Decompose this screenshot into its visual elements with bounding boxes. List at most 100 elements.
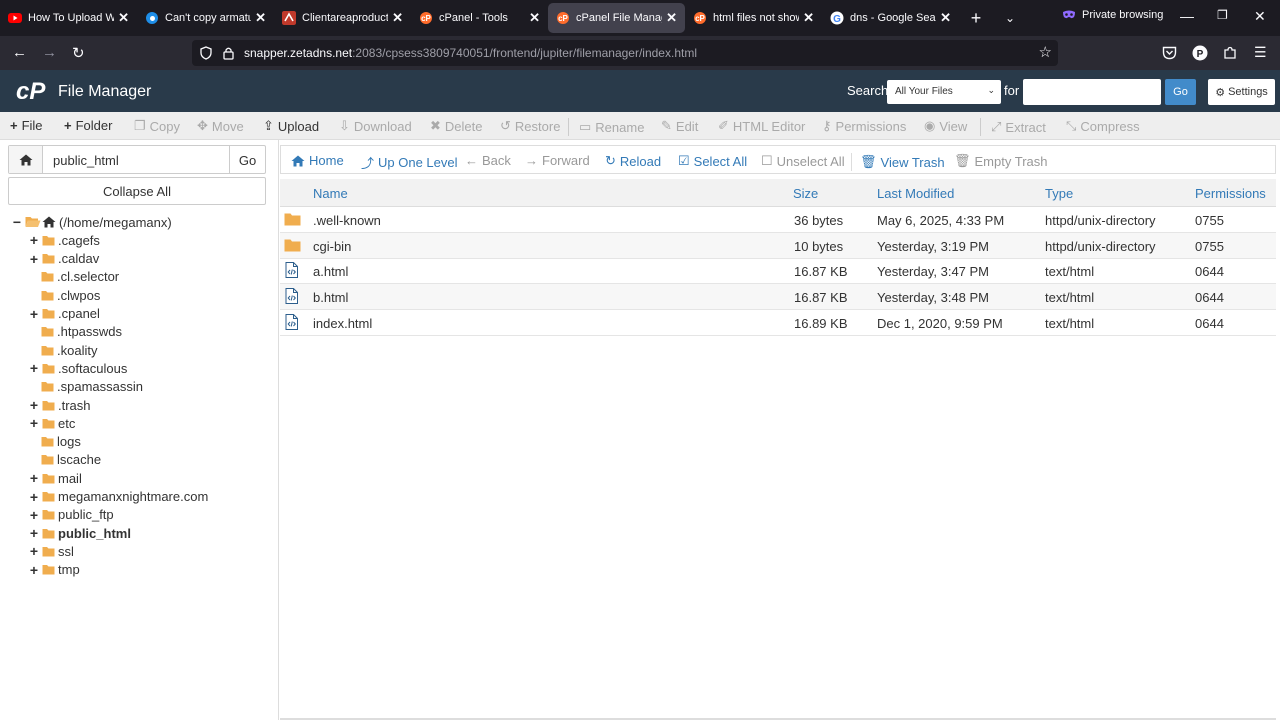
- browser-tab[interactable]: cP cPanel - Tools ✕: [411, 0, 548, 36]
- expand-plus-icon[interactable]: +: [29, 562, 39, 578]
- file-row[interactable]: .well-known 36 bytes May 6, 2025, 4:33 PM h…: [280, 207, 1276, 233]
- file-name[interactable]: a.html: [313, 264, 348, 279]
- browser-tab[interactable]: Can't copy armature ✕: [137, 0, 274, 36]
- tree-item[interactable]: + public_ftp: [29, 506, 114, 524]
- expand-plus-icon[interactable]: +: [29, 251, 39, 267]
- tree-item[interactable]: + .softaculous: [29, 359, 127, 377]
- search-go-button[interactable]: Go: [1165, 79, 1196, 105]
- browser-tab[interactable]: Clientareaproductde ✕: [274, 0, 411, 36]
- close-tab-icon[interactable]: ✕: [666, 10, 677, 26]
- browser-tab[interactable]: How To Upload Web ✕: [0, 0, 137, 36]
- tree-item[interactable]: + ssl: [29, 542, 74, 560]
- maximize-window-icon[interactable]: ❐: [1217, 8, 1228, 22]
- expand-plus-icon[interactable]: +: [29, 489, 39, 505]
- tree-item[interactable]: + .trash: [29, 396, 91, 414]
- tree-item[interactable]: .spamassassin: [41, 378, 143, 396]
- profile-avatar-icon[interactable]: P: [1192, 45, 1208, 61]
- expand-plus-icon[interactable]: +: [29, 507, 39, 523]
- bookmark-star-icon[interactable]: ☆: [1039, 43, 1052, 61]
- close-window-icon[interactable]: ✕: [1254, 8, 1266, 25]
- back-button[interactable]: ← Back: [465, 153, 511, 168]
- upload-button[interactable]: ⇪ Upload: [263, 118, 319, 134]
- search-scope-select[interactable]: All Your Files ⌄: [887, 80, 1001, 104]
- tree-item[interactable]: + etc: [29, 414, 75, 432]
- expand-plus-icon[interactable]: +: [29, 415, 39, 431]
- column-size[interactable]: Size: [793, 186, 818, 201]
- settings-button[interactable]: ⚙ Settings: [1208, 79, 1275, 105]
- tree-item[interactable]: .cl.selector: [41, 268, 119, 286]
- file-name[interactable]: .well-known: [313, 213, 381, 228]
- expand-plus-icon[interactable]: +: [29, 232, 39, 248]
- new-file-button[interactable]: + File: [10, 118, 43, 133]
- close-tab-icon[interactable]: ✕: [529, 10, 540, 26]
- file-row[interactable]: cgi-bin 10 bytes Yesterday, 3:19 PM httpd/u…: [280, 232, 1276, 259]
- browser-tab[interactable]: cP html files not showin ✕: [685, 0, 822, 36]
- restore-button[interactable]: ↺ Restore: [500, 118, 560, 134]
- tree-item[interactable]: .clwpos: [41, 286, 100, 304]
- copy-button[interactable]: ❐ Copy: [134, 118, 180, 134]
- tab-list-chevron-icon[interactable]: ⌄: [993, 11, 1027, 25]
- extract-button[interactable]: ⤢ Extract: [980, 118, 1046, 136]
- expand-plus-icon[interactable]: +: [29, 470, 39, 486]
- file-row[interactable]: b.html 16.87 KB Yesterday, 3:48 PM text/htm…: [280, 284, 1276, 311]
- expand-plus-icon[interactable]: +: [29, 360, 39, 376]
- close-tab-icon[interactable]: ✕: [940, 10, 951, 26]
- move-button[interactable]: ✥ Move: [197, 118, 244, 134]
- tree-item[interactable]: lscache: [41, 451, 101, 469]
- browser-tab-active[interactable]: cP cPanel File Manager ✕: [548, 3, 685, 33]
- tree-item[interactable]: + megamanxnightmare.com: [29, 488, 208, 506]
- expand-plus-icon[interactable]: +: [29, 525, 39, 541]
- new-folder-button[interactable]: + Folder: [64, 118, 112, 133]
- back-arrow-icon[interactable]: ←: [12, 44, 27, 61]
- reload-button[interactable]: ↻ Reload: [605, 153, 661, 169]
- close-tab-icon[interactable]: ✕: [392, 10, 403, 26]
- collapse-all-button[interactable]: Collapse All: [8, 177, 266, 205]
- file-name[interactable]: index.html: [313, 316, 372, 331]
- reload-icon[interactable]: ↻: [72, 44, 85, 62]
- tree-item[interactable]: + .caldav: [29, 250, 99, 268]
- tree-item[interactable]: logs: [41, 433, 81, 451]
- url-text[interactable]: snapper.zetadns.net:2083/cpsess380974005…: [244, 46, 697, 60]
- file-row[interactable]: index.html 16.89 KB Dec 1, 2020, 9:59 PM te…: [280, 310, 1276, 336]
- path-go-button[interactable]: Go: [229, 146, 265, 173]
- tree-item[interactable]: + tmp: [29, 561, 80, 579]
- forward-arrow-icon[interactable]: →: [42, 44, 57, 61]
- tree-item[interactable]: .koality: [41, 341, 97, 359]
- tree-item[interactable]: + mail: [29, 469, 82, 487]
- view-button[interactable]: ◉ View: [924, 118, 967, 134]
- rename-button[interactable]: ▭ Rename: [568, 118, 644, 136]
- pocket-icon[interactable]: [1162, 46, 1177, 60]
- lock-icon[interactable]: [223, 46, 234, 60]
- expand-plus-icon[interactable]: +: [29, 306, 39, 322]
- delete-button[interactable]: ✖ Delete: [430, 118, 482, 134]
- tree-item[interactable]: + .cagefs: [29, 231, 100, 249]
- path-input[interactable]: public_html: [43, 146, 229, 173]
- close-tab-icon[interactable]: ✕: [803, 10, 814, 26]
- forward-button[interactable]: → Forward: [525, 153, 590, 168]
- file-row[interactable]: a.html 16.87 KB Yesterday, 3:47 PM text/htm…: [280, 258, 1276, 285]
- download-button[interactable]: ⇩ Download: [339, 118, 412, 134]
- file-name[interactable]: b.html: [313, 290, 348, 305]
- up-one-level-button[interactable]: ⤴ Up One Level: [361, 153, 458, 172]
- unselect-all-button[interactable]: ☐ Unselect All: [761, 153, 845, 169]
- tree-item[interactable]: + public_html: [29, 524, 131, 542]
- home-button[interactable]: Home: [291, 153, 344, 168]
- close-tab-icon[interactable]: ✕: [118, 10, 129, 26]
- search-input[interactable]: [1023, 79, 1161, 105]
- permissions-button[interactable]: ⚷ Permissions: [822, 118, 906, 134]
- view-trash-button[interactable]: 🗑 View Trash: [851, 153, 945, 171]
- compress-button[interactable]: ⤡ Compress: [1066, 118, 1140, 134]
- tree-root[interactable]: − (/home/megamanx): [12, 213, 172, 231]
- minimize-window-icon[interactable]: —: [1180, 8, 1194, 24]
- cpanel-logo[interactable]: cP: [16, 78, 45, 106]
- edit-button[interactable]: ✎ Edit: [661, 118, 698, 134]
- home-directory-button[interactable]: [9, 146, 43, 173]
- column-last-modified[interactable]: Last Modified: [877, 186, 954, 201]
- column-name[interactable]: Name: [313, 186, 348, 201]
- html-editor-button[interactable]: ✐ HTML Editor: [718, 118, 805, 134]
- collapse-minus-icon[interactable]: −: [12, 214, 22, 230]
- empty-trash-button[interactable]: 🗑 Empty Trash: [954, 153, 1047, 169]
- menu-hamburger-icon[interactable]: ☰: [1254, 44, 1267, 61]
- pane-splitter[interactable]: [278, 140, 279, 720]
- browser-tab[interactable]: G dns - Google Search ✕: [822, 0, 959, 36]
